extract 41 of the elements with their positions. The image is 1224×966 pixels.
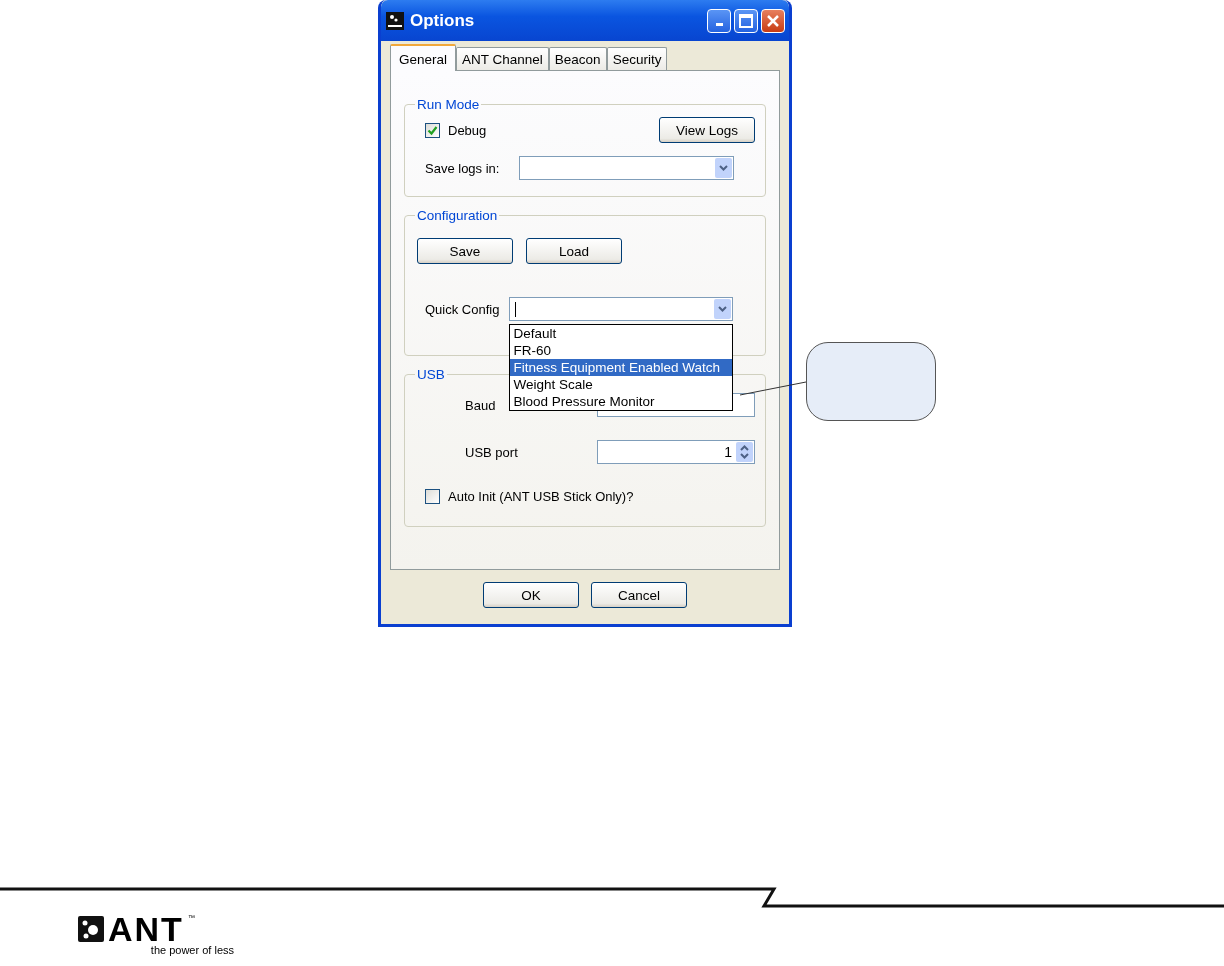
tab[interactable]: General (390, 44, 457, 71)
checkbox[interactable] (425, 122, 440, 138)
combo-box[interactable] (509, 297, 734, 321)
dropdown-option[interactable]: Default (510, 325, 733, 342)
field-label: Quick Config (425, 301, 500, 317)
checkbox[interactable] (425, 489, 440, 504)
close-icon (766, 13, 780, 28)
config-button[interactable]: Save (417, 238, 513, 264)
tab[interactable]: ANT Channel (456, 47, 549, 70)
minimize-icon (715, 23, 723, 26)
dropdown-option[interactable]: FR-60 (510, 342, 733, 359)
spin-arrows-icon[interactable] (736, 442, 753, 462)
tab[interactable]: Beacon (548, 47, 607, 70)
dropdown-option[interactable]: Fitness Equipment Enabled Watch (510, 359, 733, 376)
combo-box[interactable] (519, 156, 735, 180)
field-label: USB port (465, 444, 518, 460)
tagline: the power of less (150, 944, 234, 956)
dropdown-option[interactable]: Blood Pressure Monitor (510, 393, 733, 410)
minimize-button[interactable] (707, 8, 731, 33)
tab[interactable]: Security (606, 47, 668, 70)
group-title: Run Mode (416, 97, 481, 112)
window-title: Options (410, 10, 476, 31)
config-button[interactable]: Load (526, 238, 622, 264)
checkbox-label: Debug (448, 122, 487, 138)
group-title: USB (416, 367, 446, 382)
field-label: Save logs in: (425, 160, 500, 176)
maximize-button[interactable] (734, 8, 758, 33)
logo-icon (78, 916, 104, 942)
field-label: Baud (465, 397, 496, 413)
group-title: Configuration (416, 208, 499, 223)
logo-text: ANT (108, 914, 184, 944)
close-button[interactable] (761, 8, 785, 33)
view-logs-button[interactable]: View Logs (659, 117, 755, 143)
maximize-icon (739, 13, 753, 28)
app-icon (386, 11, 404, 30)
dialog-button[interactable]: OK (483, 582, 579, 608)
checkbox-label: Auto Init (ANT USB Stick Only)? (448, 489, 634, 504)
dialog-button[interactable]: Cancel (591, 582, 687, 608)
dropdown-option[interactable]: Weight Scale (510, 376, 733, 393)
number-field[interactable]: 1 (597, 440, 755, 464)
leader-line (740, 381, 807, 396)
